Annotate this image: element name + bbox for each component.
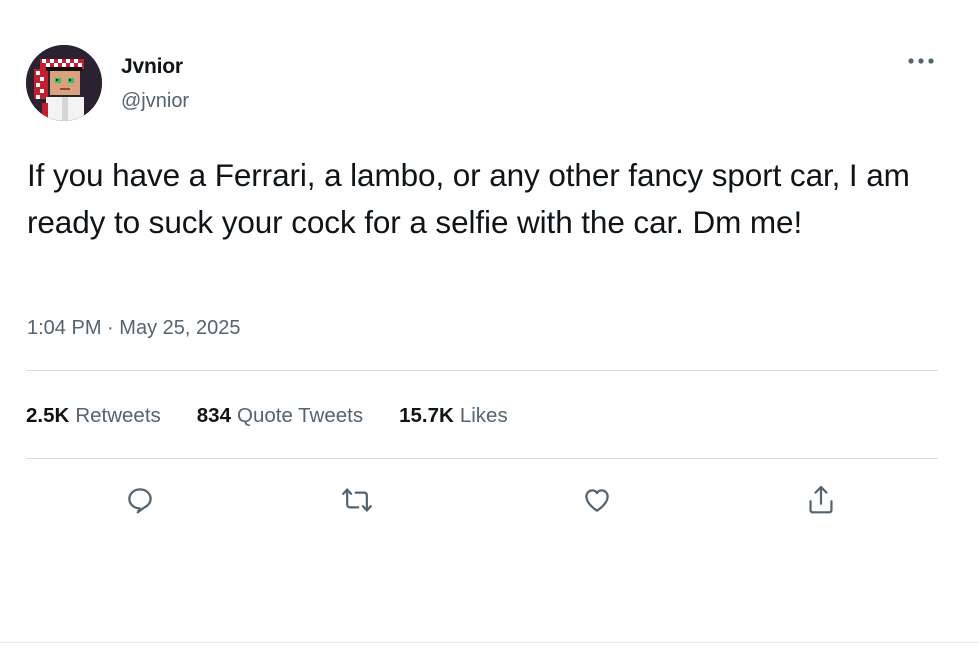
retweet-icon	[342, 488, 372, 512]
tweet-stats: 2.5K Retweets 834 Quote Tweets 15.7K Lik…	[26, 404, 508, 434]
quote-tweets-label: Quote Tweets	[237, 404, 364, 427]
avatar[interactable]	[26, 45, 102, 121]
timestamp-separator: ·	[107, 317, 114, 339]
tweet-date: May 25, 2025	[119, 317, 241, 339]
reply-button[interactable]	[118, 478, 162, 522]
heart-icon	[585, 489, 609, 512]
retweets-label: Retweets	[75, 404, 161, 427]
display-name[interactable]: Jvnior	[121, 55, 183, 79]
divider-top	[26, 370, 938, 371]
likes-stat[interactable]: 15.7K Likes	[399, 404, 508, 428]
tweet-timestamp[interactable]: 1:04 PM · May 25, 2025	[27, 317, 240, 340]
quote-tweets-stat[interactable]: 834 Quote Tweets	[197, 404, 363, 428]
share-button[interactable]	[799, 478, 843, 522]
share-icon	[809, 485, 833, 514]
tweet-text: If you have a Ferrari, a lambo, or any o…	[27, 157, 919, 240]
pixel-art-avatar-icon	[26, 45, 102, 121]
reply-icon	[128, 488, 152, 514]
likes-label: Likes	[459, 404, 508, 427]
likes-count: 15.7K	[399, 404, 454, 427]
bottom-edge	[0, 642, 979, 643]
retweets-stat[interactable]: 2.5K Retweets	[26, 404, 161, 428]
divider-bottom	[26, 458, 938, 459]
retweets-count: 2.5K	[26, 404, 70, 427]
quote-tweets-count: 834	[196, 404, 231, 427]
more-dots-icon	[908, 58, 934, 64]
tweet-time: 1:04 PM	[27, 317, 102, 339]
action-bar	[0, 478, 979, 522]
like-button[interactable]	[575, 478, 619, 522]
more-options-button[interactable]	[903, 50, 939, 72]
user-handle[interactable]: @jvnior	[121, 90, 189, 113]
retweet-button[interactable]	[335, 478, 379, 522]
tweet-card: Jvnior @jvnior If you have a Ferrari, a …	[0, 0, 979, 649]
